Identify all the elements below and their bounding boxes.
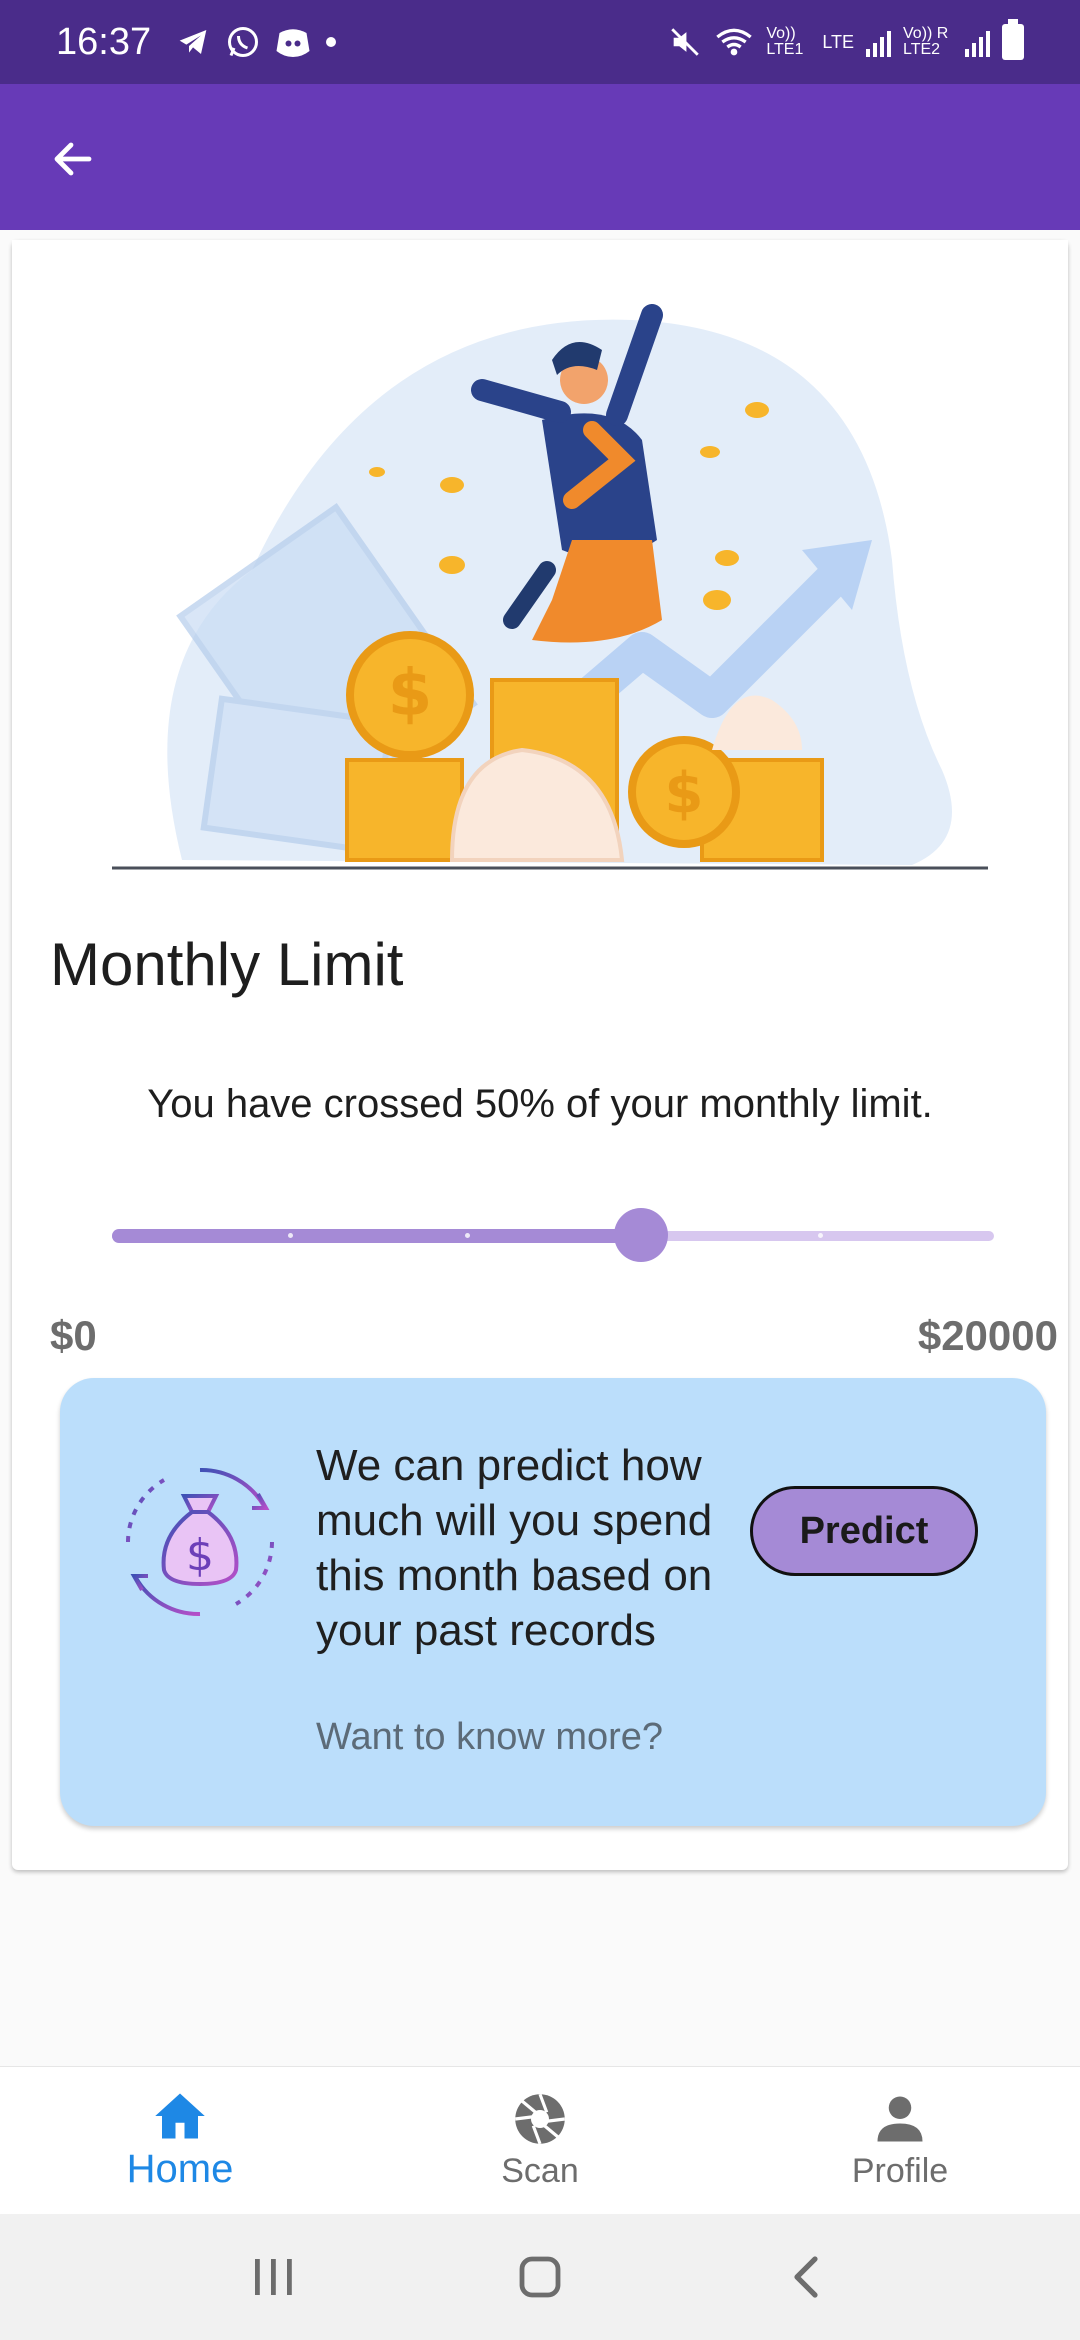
home-system-button[interactable] bbox=[500, 2237, 580, 2317]
svg-text:$: $ bbox=[186, 1530, 214, 1581]
telegram-icon bbox=[179, 30, 207, 54]
slider-thumb[interactable] bbox=[614, 1208, 669, 1262]
home-square-icon bbox=[519, 2256, 561, 2298]
person-icon bbox=[877, 2096, 923, 2141]
monthly-limit-slider[interactable] bbox=[112, 1208, 994, 1264]
lte2-signal-icon bbox=[965, 27, 990, 57]
home-icon bbox=[155, 2093, 205, 2138]
money-bag-cycle-icon: $ bbox=[126, 1467, 274, 1617]
battery-icon bbox=[1002, 19, 1024, 60]
nav-item-home[interactable]: Home bbox=[0, 2067, 360, 2215]
status-bar: 16:37 Vo)) LTE1 LTE Vo)) R LTE2 bbox=[0, 0, 1080, 84]
camera-shutter-icon bbox=[515, 2093, 565, 2144]
recent-apps-button[interactable] bbox=[233, 2237, 313, 2317]
svg-text:$: $ bbox=[665, 761, 704, 826]
slider-fill bbox=[112, 1229, 642, 1243]
predict-panel: $ We can predict how much will you spend… bbox=[60, 1378, 1046, 1826]
nav-label-home: Home bbox=[126, 2146, 234, 2191]
status-time: 16:37 bbox=[56, 20, 152, 63]
sim1-label: Vo)) LTE1 bbox=[766, 25, 804, 58]
whatsapp-icon bbox=[228, 27, 259, 57]
dot-icon bbox=[326, 37, 337, 47]
nav-label-profile: Profile bbox=[851, 2151, 949, 2190]
range-min-label: $0 bbox=[50, 1312, 97, 1359]
arrow-back-icon bbox=[54, 142, 92, 176]
bottom-navigation: Home Scan Profile bbox=[0, 2066, 1080, 2215]
wifi-icon bbox=[716, 28, 753, 56]
svg-text:$: $ bbox=[388, 657, 433, 731]
discord-icon bbox=[276, 29, 310, 57]
nav-item-scan[interactable]: Scan bbox=[360, 2067, 720, 2215]
predict-subtext-link[interactable]: Want to know more? bbox=[316, 1716, 663, 1759]
system-navigation-bar bbox=[0, 2214, 1080, 2340]
back-system-button[interactable] bbox=[767, 2237, 847, 2317]
sim2-label: Vo)) R LTE2 bbox=[903, 25, 949, 58]
status-right-icons: Vo)) LTE1 LTE Vo)) R LTE2 bbox=[668, 19, 1024, 60]
predict-text: We can predict how much will you spend t… bbox=[316, 1441, 713, 1655]
monthly-limit-card: $ $ Monthly Limit You have crossed 50% o… bbox=[12, 240, 1068, 1870]
back-button[interactable] bbox=[38, 124, 108, 194]
lte1-signal-icon bbox=[866, 27, 891, 57]
range-max-label: $20000 bbox=[917, 1312, 1058, 1359]
slider-tick bbox=[464, 1233, 470, 1238]
limit-message: You have crossed 50% of your monthly lim… bbox=[147, 1082, 933, 1126]
card-title: Monthly Limit bbox=[50, 931, 404, 998]
app-bar bbox=[0, 84, 1080, 230]
hero-illustration: $ $ bbox=[12, 240, 1068, 910]
slider-tick bbox=[817, 1233, 823, 1238]
nav-label-scan: Scan bbox=[501, 2151, 579, 2190]
nav-item-profile[interactable]: Profile bbox=[720, 2067, 1080, 2215]
predict-button[interactable]: Predict bbox=[750, 1486, 978, 1576]
mute-icon bbox=[671, 28, 700, 56]
recent-apps-icon bbox=[255, 2259, 293, 2295]
lte-label: LTE bbox=[822, 31, 854, 52]
status-left-icons bbox=[175, 24, 337, 60]
chevron-left-icon bbox=[794, 2256, 818, 2298]
